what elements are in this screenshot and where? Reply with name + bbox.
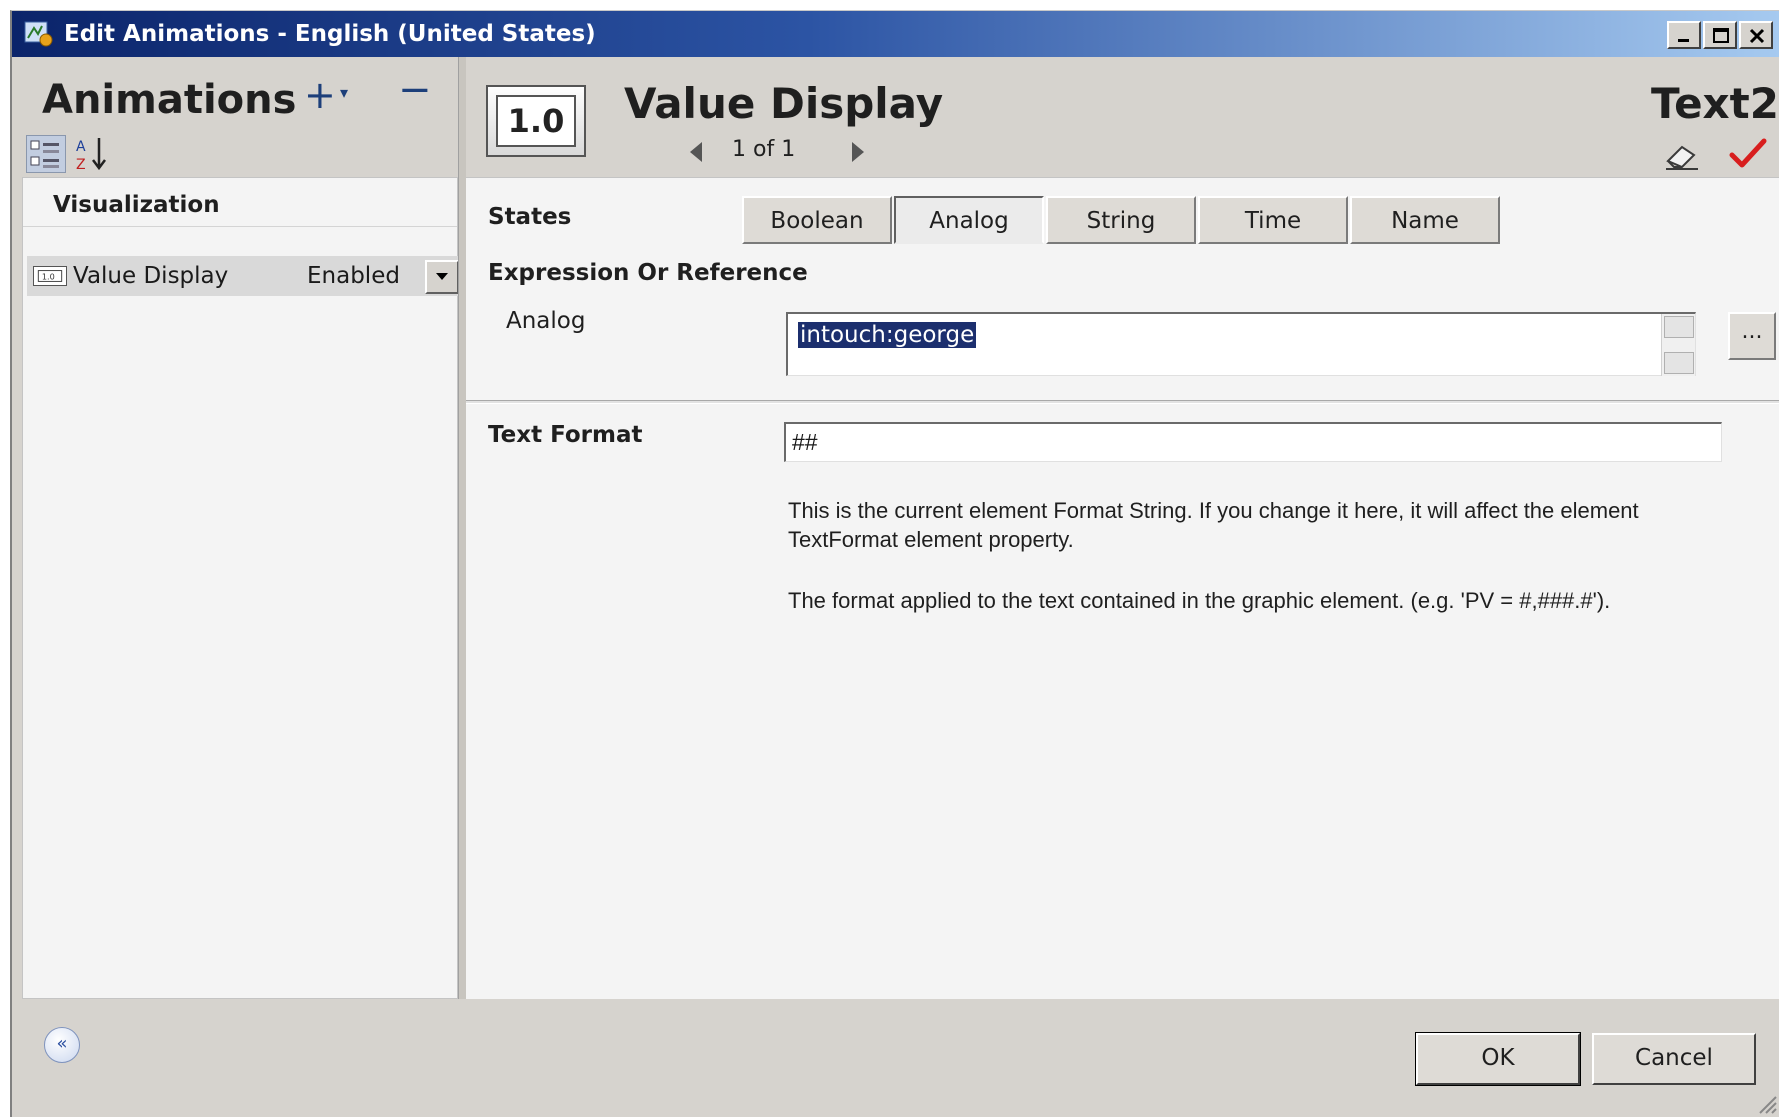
states-label: States: [488, 204, 572, 230]
animation-title: Value Display: [624, 79, 944, 128]
maximize-icon: [1713, 28, 1729, 43]
close-icon: [1749, 28, 1765, 44]
title-bar[interactable]: Edit Animations - English (United States…: [12, 11, 1779, 57]
close-button[interactable]: [1739, 21, 1773, 49]
text-format-label: Text Format: [488, 422, 643, 448]
animations-list: Visualization 1.0 Value Display Enabled: [22, 177, 459, 999]
element-name: Text2: [1651, 79, 1779, 128]
svg-text:Z: Z: [76, 157, 86, 173]
scroll-down-button[interactable]: [1664, 352, 1694, 374]
add-animation-button[interactable]: + ▾: [304, 73, 360, 117]
remove-animation-button[interactable]: −: [398, 67, 434, 113]
tab-analog[interactable]: Analog: [894, 196, 1044, 244]
format-help-text: This is the current element Format Strin…: [788, 498, 1639, 552]
expression-value: intouch:george: [798, 322, 977, 348]
ok-button[interactable]: OK: [1415, 1032, 1581, 1086]
resize-grip-icon[interactable]: [1754, 1091, 1778, 1115]
svg-text:1.0: 1.0: [42, 272, 55, 282]
categorized-view-button[interactable]: [26, 135, 66, 173]
dialog-footer: « OK Cancel: [12, 999, 1779, 1117]
sort-az-icon: A Z: [76, 138, 106, 173]
edit-animations-window: Edit Animations - English (United States…: [10, 10, 1779, 1117]
chevron-down-icon: ▾: [340, 83, 349, 102]
tab-time[interactable]: Time: [1198, 196, 1348, 244]
pager-text: 1 of 1: [732, 137, 796, 162]
minimize-button[interactable]: [1667, 21, 1701, 49]
eraser-icon[interactable]: [1662, 141, 1702, 171]
section-divider: [23, 226, 457, 227]
scroll-up-button[interactable]: [1664, 316, 1694, 338]
analog-field-label: Analog: [506, 308, 586, 334]
animation-properties: States Boolean Analog String Time Name E…: [466, 177, 1779, 999]
animation-row-value-display[interactable]: 1.0 Value Display Enabled: [27, 256, 459, 296]
add-label: +: [304, 73, 336, 117]
tab-boolean[interactable]: Boolean: [742, 196, 892, 244]
visualization-section-label: Visualization: [53, 192, 220, 218]
text-format-input[interactable]: [784, 422, 1722, 462]
panel-splitter[interactable]: [458, 57, 466, 999]
animation-header: 1.0 Value Display 1 of 1 Text2: [466, 57, 1779, 177]
animation-status: Enabled: [307, 263, 400, 289]
expression-input[interactable]: intouch:george: [786, 312, 1696, 376]
cancel-button[interactable]: Cancel: [1592, 1033, 1756, 1085]
status-dropdown-button[interactable]: [425, 260, 459, 294]
collapse-panel-button[interactable]: «: [44, 1027, 80, 1063]
format-example-text: The format applied to the text contained…: [788, 588, 1611, 613]
next-arrow-icon[interactable]: [850, 141, 866, 163]
badge-text: 1.0: [496, 95, 576, 147]
animation-name: Value Display: [73, 263, 229, 289]
value-display-icon: 1.0: [33, 266, 67, 286]
alphabetical-sort-button[interactable]: A Z: [72, 135, 112, 173]
previous-arrow-icon[interactable]: [688, 141, 704, 163]
browse-button[interactable]: ...: [1728, 312, 1776, 360]
tab-name[interactable]: Name: [1350, 196, 1500, 244]
animations-title: Animations: [42, 77, 297, 123]
checkmark-icon[interactable]: [1728, 137, 1768, 171]
maximize-button[interactable]: [1703, 21, 1737, 49]
app-icon: [24, 21, 53, 47]
expression-scrollbar[interactable]: [1661, 314, 1695, 376]
animations-header: Animations + ▾ − A Z: [12, 57, 458, 177]
categorized-icon: [30, 140, 59, 168]
expression-label: Expression Or Reference: [488, 260, 808, 286]
section-divider: [466, 400, 1779, 404]
window-title: Edit Animations - English (United States…: [64, 21, 596, 47]
value-display-badge-icon: 1.0: [486, 85, 586, 157]
tab-string[interactable]: String: [1046, 196, 1196, 244]
minimize-icon: [1678, 39, 1689, 42]
dropdown-arrow-icon: [436, 273, 448, 280]
svg-text:A: A: [76, 139, 86, 155]
